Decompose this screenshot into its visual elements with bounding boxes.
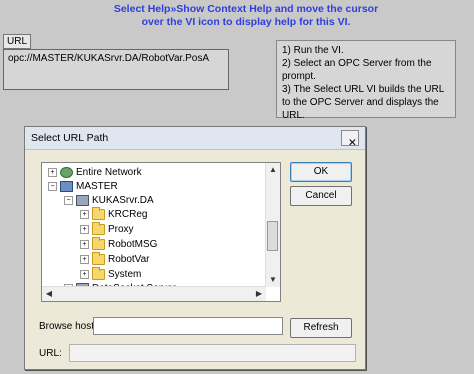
collapse-icon[interactable]: −: [64, 195, 73, 205]
expand-icon[interactable]: +: [80, 209, 89, 219]
scroll-down-arrow-icon[interactable]: ▼: [266, 273, 280, 287]
expand-icon[interactable]: +: [80, 224, 89, 234]
dialog-title: Select URL Path: [31, 132, 109, 144]
tree-item[interactable]: − MASTER: [48, 180, 118, 194]
context-help-line-2: over the VI icon to display help for thi…: [141, 16, 351, 28]
instruction-step-1: 1) Run the VI.: [282, 45, 344, 56]
folder-icon: [92, 236, 105, 250]
instruction-step-2: 2) Select an OPC Server from the prompt.: [282, 58, 432, 82]
folder-icon: [92, 251, 105, 265]
tree-vertical-scrollbar[interactable]: ▲ ▼: [265, 163, 280, 287]
ok-button[interactable]: OK: [290, 162, 352, 182]
instructions-panel: 1) Run the VI. 2) Select an OPC Server f…: [276, 40, 456, 121]
tree-item-label: System: [108, 269, 142, 280]
tree-item[interactable]: + Entire Network: [48, 166, 142, 180]
network-icon: [60, 166, 73, 178]
browse-host-label: Browse host:: [39, 321, 97, 332]
server-tree[interactable]: + Entire Network − MASTER − KUKASrvr.DA + KR…: [41, 162, 281, 302]
url-indicator-label: URL: [3, 34, 32, 49]
close-icon: ✕: [348, 137, 357, 149]
tree-item[interactable]: − KUKASrvr.DA: [64, 194, 154, 208]
scroll-up-arrow-icon[interactable]: ▲: [266, 163, 280, 177]
context-help-hint: Select Help»Show Context Help and move t…: [96, 3, 396, 29]
tree-item-label: KUKASrvr.DA: [92, 195, 154, 206]
url-field: [69, 344, 356, 362]
server-icon: [76, 194, 89, 206]
tree-item[interactable]: + KRCReg: [80, 206, 148, 222]
folder-icon: [92, 221, 105, 235]
select-url-dialog: Select URL Path ✕ + Entire Network − MASTE…: [24, 126, 366, 370]
collapse-icon[interactable]: −: [48, 181, 57, 191]
computer-icon: [60, 180, 73, 192]
tree-item-label: Entire Network: [76, 167, 142, 178]
dialog-title-bar[interactable]: Select URL Path ✕: [25, 127, 365, 150]
scroll-left-arrow-icon[interactable]: ◀: [42, 287, 56, 301]
expand-icon[interactable]: +: [80, 254, 89, 264]
refresh-button[interactable]: Refresh: [290, 318, 352, 338]
context-help-line-1: Select Help»Show Context Help and move t…: [113, 3, 379, 15]
expand-icon[interactable]: +: [80, 269, 89, 279]
url-indicator: opc://MASTER/KUKASrvr.DA/RobotVar.PosA: [3, 49, 229, 90]
tree-item-label: MASTER: [76, 181, 118, 192]
tree-item[interactable]: + RobotVar: [80, 251, 150, 267]
tree-horizontal-scrollbar[interactable]: ◀ ▶: [42, 286, 266, 301]
folder-icon: [92, 206, 105, 220]
tree-item-label: Proxy: [108, 224, 134, 235]
instruction-step-3: 3) The Select URL VI builds the URL to t…: [282, 84, 444, 121]
close-button[interactable]: ✕: [341, 130, 359, 149]
url-field-label: URL:: [39, 348, 62, 359]
cancel-button[interactable]: Cancel: [290, 186, 352, 206]
tree-item[interactable]: + System: [80, 266, 142, 282]
tree-item[interactable]: + Proxy: [80, 221, 134, 237]
browse-host-input[interactable]: [93, 317, 283, 335]
vertical-scroll-thumb[interactable]: [267, 221, 278, 251]
tree-item-label: RobotVar: [108, 254, 150, 265]
folder-icon: [92, 266, 105, 280]
tree-item-label: RobotMSG: [108, 239, 158, 250]
tree-item[interactable]: + RobotMSG: [80, 236, 158, 252]
expand-icon[interactable]: +: [80, 239, 89, 249]
expand-icon[interactable]: +: [48, 167, 57, 177]
tree-item-label: KRCReg: [108, 209, 148, 220]
scroll-right-arrow-icon[interactable]: ▶: [252, 287, 266, 301]
